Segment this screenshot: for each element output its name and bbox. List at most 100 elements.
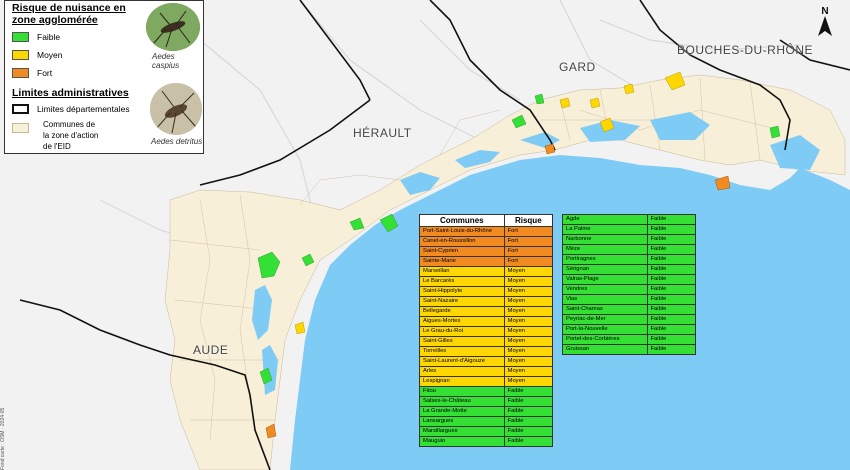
table-row: Agde Faible — [562, 214, 697, 225]
legend-level-label: Moyen — [37, 50, 63, 60]
legend-admin-label: Communes de la zone d'action de l'EID — [43, 120, 99, 151]
table-row: Arles Moyen — [419, 366, 554, 377]
commune-name: Arles — [419, 366, 505, 377]
risk-level: Faible — [646, 324, 697, 335]
risk-level: Faible — [646, 304, 697, 315]
aedes-caspius-photo — [146, 3, 200, 51]
legend-admin-zone — [12, 122, 37, 134]
communes-risk-table-1: Communes Risque Port-Saint-Louis-du-Rhôn… — [419, 214, 554, 447]
table-row: Saint-Chamas Faible — [562, 304, 697, 315]
commune-name: Saint-Gilles — [419, 336, 505, 347]
risk-level: Faible — [503, 396, 554, 407]
commune-name: Portiragnes — [562, 254, 648, 265]
risk-level: Moyen — [503, 326, 554, 337]
commune-name: Peyriac-de-Mer — [562, 314, 648, 325]
table-row: Salses-le-Château Faible — [419, 396, 554, 407]
risk-level: Fort — [503, 226, 554, 237]
risk-level: Fort — [503, 246, 554, 257]
commune-name: Mauguio — [419, 436, 505, 447]
dept-label-gard: GARD — [559, 60, 596, 74]
table-row: Le Barcarès Moyen — [419, 276, 554, 287]
risk-level: Faible — [503, 426, 554, 437]
aedes-caspius-caption: Aedes caspius — [152, 52, 180, 70]
faible-swatch — [12, 32, 29, 42]
risk-level: Faible — [646, 234, 697, 245]
commune-name: Marseillan — [419, 266, 505, 277]
commune-name: Sainte-Marie — [419, 256, 505, 267]
commune-name: Bellegarde — [419, 306, 505, 317]
risk-level: Faible — [646, 344, 697, 355]
table-row: Vendres Faible — [562, 284, 697, 295]
commune-name: Lansargues — [419, 416, 505, 427]
table-row: Sainte-Marie Fort — [419, 256, 554, 267]
risk-level: Faible — [646, 244, 697, 255]
commune-name: Saint-Nazaire — [419, 296, 505, 307]
commune-name: Saint-Hippolyte — [419, 286, 505, 297]
risk-level: Fort — [503, 256, 554, 267]
commune-name: Mèze — [562, 244, 648, 255]
table-row: Marsillargues Faible — [419, 426, 554, 437]
table-row: Port-la-Nouvelle Faible — [562, 324, 697, 335]
commune-name: Torreilles — [419, 346, 505, 357]
commune-name: Port-la-Nouvelle — [562, 324, 648, 335]
table-row: Saint-Cyprien Fort — [419, 246, 554, 257]
commune-name: Marsillargues — [419, 426, 505, 437]
commune-name: Agde — [562, 214, 648, 225]
risk-level: Moyen — [503, 356, 554, 367]
table-row: La Palme Faible — [562, 224, 697, 235]
commune-name: Gruissan — [562, 344, 648, 355]
risk-level: Faible — [646, 284, 697, 295]
table-row: Sérignan Faible — [562, 264, 697, 275]
commune-name: La Palme — [562, 224, 648, 235]
table-row: Peyriac-de-Mer Faible — [562, 314, 697, 325]
risk-level: Moyen — [503, 366, 554, 377]
legend-level-faible: Faible — [12, 31, 60, 43]
commune-name: Lespignan — [419, 376, 505, 387]
table-row: Saint-Nazaire Moyen — [419, 296, 554, 307]
risk-level: Faible — [646, 264, 697, 275]
risk-level: Moyen — [503, 336, 554, 347]
risk-level: Faible — [646, 334, 697, 345]
legend-level-fort: Fort — [12, 67, 52, 79]
moyen-swatch — [12, 50, 29, 60]
table-row: Gruissan Faible — [562, 344, 697, 355]
legend-level-label: Faible — [37, 32, 61, 42]
communes-risk-table-2: Agde Faible La Palme Faible Narbonne Faible Mè… — [562, 214, 697, 355]
commune-name: Valras-Plage — [562, 274, 648, 285]
commune-name: Portel-des-Corbières — [562, 334, 648, 345]
risk-level: Faible — [646, 294, 697, 305]
risk-level: Moyen — [503, 306, 554, 317]
table-row: Port-Saint-Louis-du-Rhône Fort — [419, 226, 554, 237]
commune-name: Sérignan — [562, 264, 648, 275]
table-row: Narbonne Faible — [562, 234, 697, 245]
commune-name: Salses-le-Château — [419, 396, 505, 407]
table-row: Valras-Plage Faible — [562, 274, 697, 285]
table-row: Le Grau-du-Roi Moyen — [419, 326, 554, 337]
table-row: Lansargues Faible — [419, 416, 554, 427]
risk-level: Moyen — [503, 376, 554, 387]
table-row: Mauguio Faible — [419, 436, 554, 447]
risk-level: Faible — [646, 224, 697, 235]
risk-level: Moyen — [503, 316, 554, 327]
aedes-detritus-caption: Aedes detritus — [151, 137, 203, 146]
table-row: Mèze Faible — [562, 244, 697, 255]
map-credit: Fond carte : OSM · 2024-05 — [0, 407, 6, 470]
table-row: La Grande-Motte Faible — [419, 406, 554, 417]
commune-name: Le Barcarès — [419, 276, 505, 287]
commune-name: Canet-en-Roussillon — [419, 236, 505, 247]
north-label: N — [821, 6, 828, 17]
commune-name: Port-Saint-Louis-du-Rhône — [419, 226, 505, 237]
legend-admin-label: Limites départementales — [37, 104, 130, 114]
risk-level: Fort — [503, 236, 554, 247]
dept-boundary-swatch — [12, 104, 29, 114]
commune-name: Saint-Cyprien — [419, 246, 505, 257]
risk-level: Faible — [646, 214, 697, 225]
aedes-detritus-photo — [150, 83, 202, 135]
commune-name: La Grande-Motte — [419, 406, 505, 417]
table-row: Canet-en-Roussillon Fort — [419, 236, 554, 247]
commune-name: Vias — [562, 294, 648, 305]
dept-label-bouches-du-rhone: BOUCHES-DU-RHÔNE — [677, 43, 814, 57]
table-row: Saint-Hippolyte Moyen — [419, 286, 554, 297]
commune-name: Vendres — [562, 284, 648, 295]
north-arrow-icon — [818, 16, 832, 36]
